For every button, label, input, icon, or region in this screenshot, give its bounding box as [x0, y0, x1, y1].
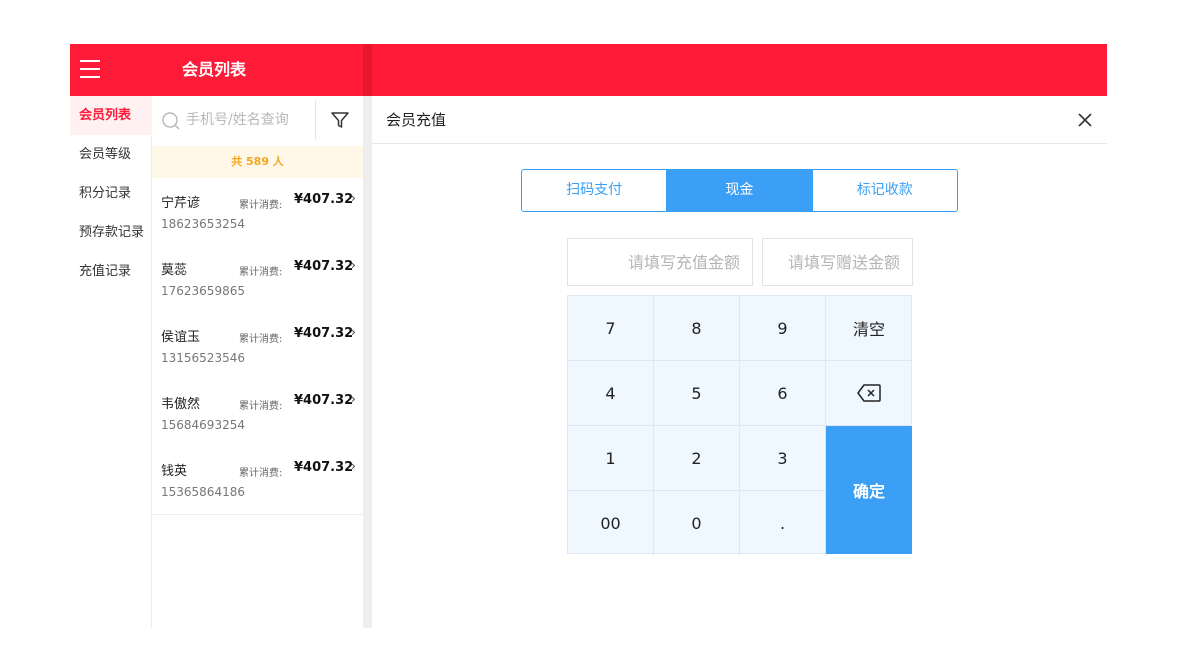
search-icon: [162, 112, 180, 130]
key-7[interactable]: 7: [568, 296, 654, 361]
member-list-item[interactable]: 钱英 累计消费: ¥407.32 › 15365864186: [152, 447, 363, 515]
sidebar-item-points-record[interactable]: 积分记录: [70, 174, 152, 213]
total-spend-label: 累计消费:: [239, 267, 283, 278]
sidebar: 会员列表 会员等级 积分记录 预存款记录 充值记录: [70, 96, 152, 628]
numeric-keypad: 7 8 9 清空 4 5 6 1 2 3 确定 00 0 .: [567, 295, 912, 556]
member-list-item[interactable]: 韦傲然 累计消费: ¥407.32 › 15684693254: [152, 380, 363, 448]
total-spend-label: 累计消费:: [239, 401, 283, 412]
chevron-right-icon: ›: [351, 459, 356, 473]
close-button[interactable]: [1074, 109, 1096, 131]
filter-icon: [330, 112, 349, 128]
member-list-item[interactable]: 莫蕊 累计消费: ¥407.32 › 17623659865: [152, 246, 363, 314]
chevron-right-icon: ›: [351, 191, 356, 205]
recharge-amount-input[interactable]: [567, 238, 753, 286]
total-spend-amount: ¥407.32: [294, 259, 354, 274]
key-backspace[interactable]: [826, 361, 912, 426]
page-title: 会员列表: [182, 60, 247, 79]
total-spend-amount: ¥407.32: [294, 393, 354, 408]
sidebar-item-member-list[interactable]: 会员列表: [70, 96, 152, 135]
key-0[interactable]: 0: [654, 491, 740, 556]
tab-cash[interactable]: 现金: [667, 170, 813, 211]
member-phone: 13156523546: [161, 351, 245, 365]
total-spend-amount: ¥407.32: [294, 192, 354, 207]
recharge-panel-header: [372, 96, 1107, 144]
chevron-right-icon: ›: [351, 258, 356, 272]
header-bar-right: [372, 44, 1107, 96]
backspace-icon: [857, 384, 881, 402]
payment-method-tabs: 扫码支付 现金 标记收款: [521, 169, 958, 212]
member-name: 宁芹谚: [161, 196, 201, 211]
sidebar-item-deposit-record[interactable]: 预存款记录: [70, 213, 152, 252]
key-6[interactable]: 6: [740, 361, 826, 426]
hamburger-menu-icon[interactable]: [80, 60, 100, 78]
sidebar-item-member-level[interactable]: 会员等级: [70, 135, 152, 174]
key-clear[interactable]: 清空: [826, 296, 912, 361]
member-name: 莫蕊: [161, 263, 188, 278]
total-spend-label: 累计消费:: [239, 200, 283, 211]
close-icon: [1078, 113, 1092, 127]
search-input[interactable]: [186, 108, 311, 132]
key-5[interactable]: 5: [654, 361, 740, 426]
chevron-right-icon: ›: [351, 392, 356, 406]
member-phone: 18623653254: [161, 217, 245, 231]
member-phone: 15365864186: [161, 485, 245, 499]
total-spend-label: 累计消费:: [239, 468, 283, 479]
member-list-item[interactable]: 侯谊玉 累计消费: ¥407.32 › 13156523546: [152, 313, 363, 381]
chevron-right-icon: ›: [351, 325, 356, 339]
member-name: 侯谊玉: [161, 330, 201, 345]
member-phone: 15684693254: [161, 418, 245, 432]
tab-scan-pay[interactable]: 扫码支付: [522, 170, 668, 211]
total-spend-label: 累计消费:: [239, 334, 283, 345]
member-name: 韦傲然: [161, 397, 201, 412]
sidebar-item-recharge-record[interactable]: 充值记录: [70, 252, 152, 291]
key-decimal[interactable]: .: [740, 491, 826, 556]
key-9[interactable]: 9: [740, 296, 826, 361]
recharge-panel-title: 会员充值: [386, 111, 447, 129]
total-spend-amount: ¥407.32: [294, 460, 354, 475]
column-divider: [363, 96, 372, 628]
tab-mark-received[interactable]: 标记收款: [813, 170, 957, 211]
member-name: 钱英: [161, 464, 188, 479]
member-count-bar: 共 589 人: [152, 146, 363, 178]
key-00[interactable]: 00: [568, 491, 654, 556]
confirm-button[interactable]: 确定: [826, 426, 912, 554]
member-phone: 17623659865: [161, 284, 245, 298]
header-divider: [363, 44, 372, 96]
key-3[interactable]: 3: [740, 426, 826, 491]
key-8[interactable]: 8: [654, 296, 740, 361]
member-list-item[interactable]: 宁芹谚 累计消费: ¥407.32 › 18623653254: [152, 179, 363, 247]
key-1[interactable]: 1: [568, 426, 654, 491]
key-4[interactable]: 4: [568, 361, 654, 426]
total-spend-amount: ¥407.32: [294, 326, 354, 341]
key-2[interactable]: 2: [654, 426, 740, 491]
filter-button[interactable]: [316, 96, 363, 144]
gift-amount-input[interactable]: [762, 238, 913, 286]
